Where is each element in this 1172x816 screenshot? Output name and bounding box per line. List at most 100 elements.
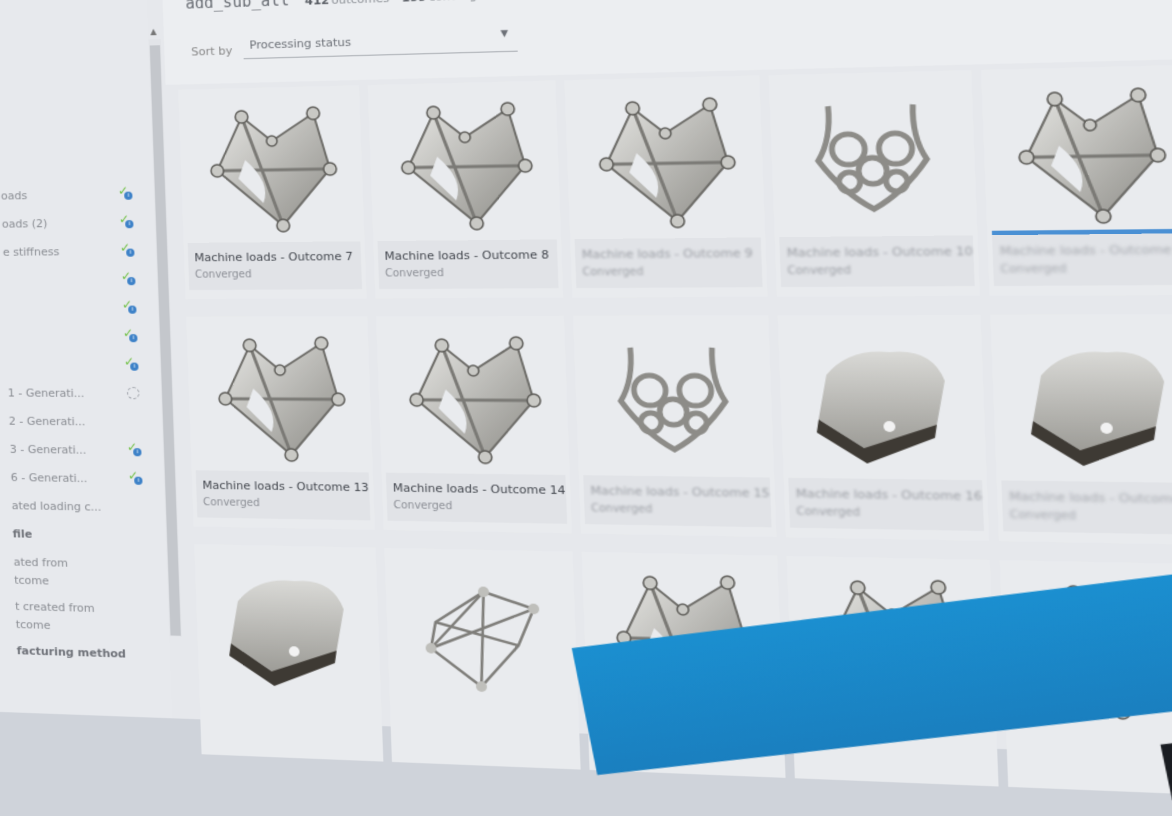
sidebar-item[interactable]: ✓ i <box>0 326 144 352</box>
converged-status-icon: ✓ i <box>123 326 140 344</box>
outcome-status: Converged <box>194 269 252 281</box>
info-icon[interactable]: i <box>129 334 138 343</box>
sort-label: Sort by <box>191 44 233 59</box>
processing-spinner-icon <box>125 385 142 401</box>
converged-status-icon: ✓ i <box>128 468 145 487</box>
outcome-caption: Machine loads - Outcome 8 Converged <box>377 239 559 290</box>
outcome-caption: Machine loads - Outcome 17 Converged <box>1001 480 1172 535</box>
outcome-card[interactable]: Machine loads - Outcome 14 Converged <box>375 315 572 534</box>
outcome-card[interactable]: Machine loads - Outcome 16 Converged <box>777 314 990 542</box>
outcome-title: Machine loads - Outcome 14 <box>392 481 566 498</box>
app-screen: s oads✓ioads (2)✓ie stiffness✓i✓i✓i✓i✓i1… <box>0 0 1172 801</box>
outcome-caption: Machine loads - Outcome 13 Converged <box>195 470 371 521</box>
outcome-thumbnail[interactable] <box>178 85 365 243</box>
sidebar: s oads✓ioads (2)✓ie stiffness✓i✓i✓i✓i✓i1… <box>0 0 173 719</box>
outcome-status: Converged <box>202 497 260 510</box>
info-icon[interactable]: i <box>124 191 133 200</box>
outcome-status: Converged <box>1000 263 1067 277</box>
sidebar-item[interactable]: file <box>0 523 151 553</box>
outcome-thumbnail[interactable] <box>564 75 765 239</box>
info-icon[interactable]: i <box>128 305 137 314</box>
stat-completed: 187completed <box>504 0 597 1</box>
sidebar-item[interactable]: 3 - Generati... ✓ i <box>0 438 148 466</box>
outcome-thumbnail[interactable] <box>194 544 381 704</box>
outcome-stats: 412outcomes 199converged 187completed 26… <box>305 0 674 8</box>
outcome-title: Machine loads - Outcome 8 <box>384 247 550 263</box>
converged-status-icon: ✓ i <box>120 240 137 258</box>
converged-status-icon: ✓ i <box>127 440 144 458</box>
outcome-status: Converged <box>796 506 861 520</box>
sidebar-item[interactable]: 6 - Generati... ✓ i <box>0 466 149 495</box>
outcome-card[interactable]: Machine loads - Outcome 11 Converged <box>980 64 1172 296</box>
outcome-card[interactable] <box>194 543 384 762</box>
outcome-card[interactable]: Machine loads - Outcome 13 Converged <box>186 316 376 530</box>
outcome-card[interactable]: Machine loads - Outcome 10 Converged <box>768 70 980 297</box>
sidebar-item[interactable]: e stiffness ✓ i <box>0 240 141 268</box>
sidebar-item-label: oads (2) <box>1 217 48 231</box>
sidebar-item-label: t created from <box>14 599 95 616</box>
outcome-thumbnail[interactable] <box>368 80 562 241</box>
converged-status-icon: ✓ i <box>118 184 135 202</box>
sidebar-item[interactable]: facturing method <box>0 639 155 671</box>
outcome-thumbnail[interactable] <box>573 315 774 477</box>
outcome-title: Machine loads - Outcome 9 <box>581 246 753 262</box>
outcome-title: Machine loads - Outcome 7 <box>194 249 354 265</box>
chevron-down-icon[interactable]: ▼ <box>500 29 508 40</box>
sidebar-item[interactable]: 2 - Generati... <box>0 410 147 438</box>
outcome-thumbnail[interactable] <box>376 316 570 475</box>
sidebar-item-label: 2 - Generati... <box>8 414 86 429</box>
sidebar-item[interactable]: oads ✓ i <box>0 183 139 212</box>
outcome-card[interactable]: Machine loads - Outcome 8 Converged <box>367 80 564 299</box>
converged-status-icon: ✓ i <box>119 212 136 230</box>
outcome-thumbnail[interactable] <box>981 65 1172 236</box>
outcome-title: Machine loads - Outcome 13 <box>202 478 369 495</box>
sort-by-dropdown[interactable]: Processing status ▼ <box>242 25 518 60</box>
converged-status-icon: ✓ i <box>121 269 138 287</box>
sidebar-item[interactable]: ✓ i <box>0 297 143 324</box>
outcome-thumbnail[interactable] <box>384 548 578 711</box>
info-icon[interactable]: i <box>130 362 139 371</box>
sidebar-item-label: ated loading c... <box>11 499 102 514</box>
outcome-card[interactable]: Machine loads - Outcome 17 Converged <box>990 314 1172 546</box>
sidebar-item-label: e stiffness <box>2 245 60 259</box>
info-icon[interactable]: i <box>127 277 136 286</box>
outcome-status: Converged <box>1009 509 1077 523</box>
outcome-status: Converged <box>590 502 653 516</box>
sort-value: Processing status <box>249 35 352 52</box>
sidebar-item[interactable]: tcome <box>0 569 153 599</box>
sidebar-item[interactable]: ✓ i <box>0 269 142 296</box>
outcome-card[interactable]: Machine loads - Outcome 7 Converged <box>178 85 367 300</box>
outcome-card[interactable]: Machine loads - Outcome 9 Converged <box>564 75 768 298</box>
outcome-thumbnail[interactable] <box>769 70 978 237</box>
spinner-icon <box>126 386 140 400</box>
outcome-thumbnail[interactable] <box>778 315 987 481</box>
outcome-card[interactable] <box>384 547 581 770</box>
info-icon[interactable]: i <box>134 476 143 485</box>
sidebar-item-label: facturing method <box>16 644 127 661</box>
outcome-thumbnail[interactable] <box>990 314 1172 483</box>
outcome-status: Converged <box>787 264 852 278</box>
study-name: add_sub_all <box>185 0 290 13</box>
outcome-title: Machine loads - Outcome 17 <box>1008 489 1172 507</box>
info-icon[interactable]: i <box>126 248 135 257</box>
info-icon[interactable]: i <box>133 448 142 457</box>
converged-status-icon: ✓ i <box>124 354 141 372</box>
outcome-caption: Machine loads - Outcome 14 Converged <box>385 472 568 524</box>
outcome-caption: Machine loads - Outcome 7 Converged <box>187 241 363 291</box>
outcome-title: Machine loads - Outcome 16 <box>795 486 983 504</box>
sidebar-item[interactable]: ✓ i <box>0 354 145 381</box>
outcome-title: Machine loads - Outcome 15 <box>590 483 770 501</box>
outcome-thumbnail[interactable] <box>186 316 373 472</box>
outcome-caption: Machine loads - Outcome 10 Converged <box>779 235 975 288</box>
outcome-status: Converged <box>384 267 445 280</box>
converged-status-icon: ✓ i <box>122 297 139 315</box>
outcome-card[interactable]: Machine loads - Outcome 15 Converged <box>572 315 777 538</box>
sidebar-item-label: tcome <box>14 573 50 588</box>
sidebar-item[interactable]: 1 - Generati... <box>0 382 146 409</box>
scroll-up-icon[interactable]: ▲ <box>150 27 157 36</box>
outcome-caption: Machine loads - Outcome 11 Converged <box>992 233 1172 286</box>
sidebar-item[interactable]: oads (2) ✓ i <box>0 212 140 240</box>
info-icon[interactable]: i <box>125 220 134 229</box>
sidebar-item-label: ated from <box>13 555 69 570</box>
sidebar-item[interactable]: ated loading c... <box>0 495 150 524</box>
